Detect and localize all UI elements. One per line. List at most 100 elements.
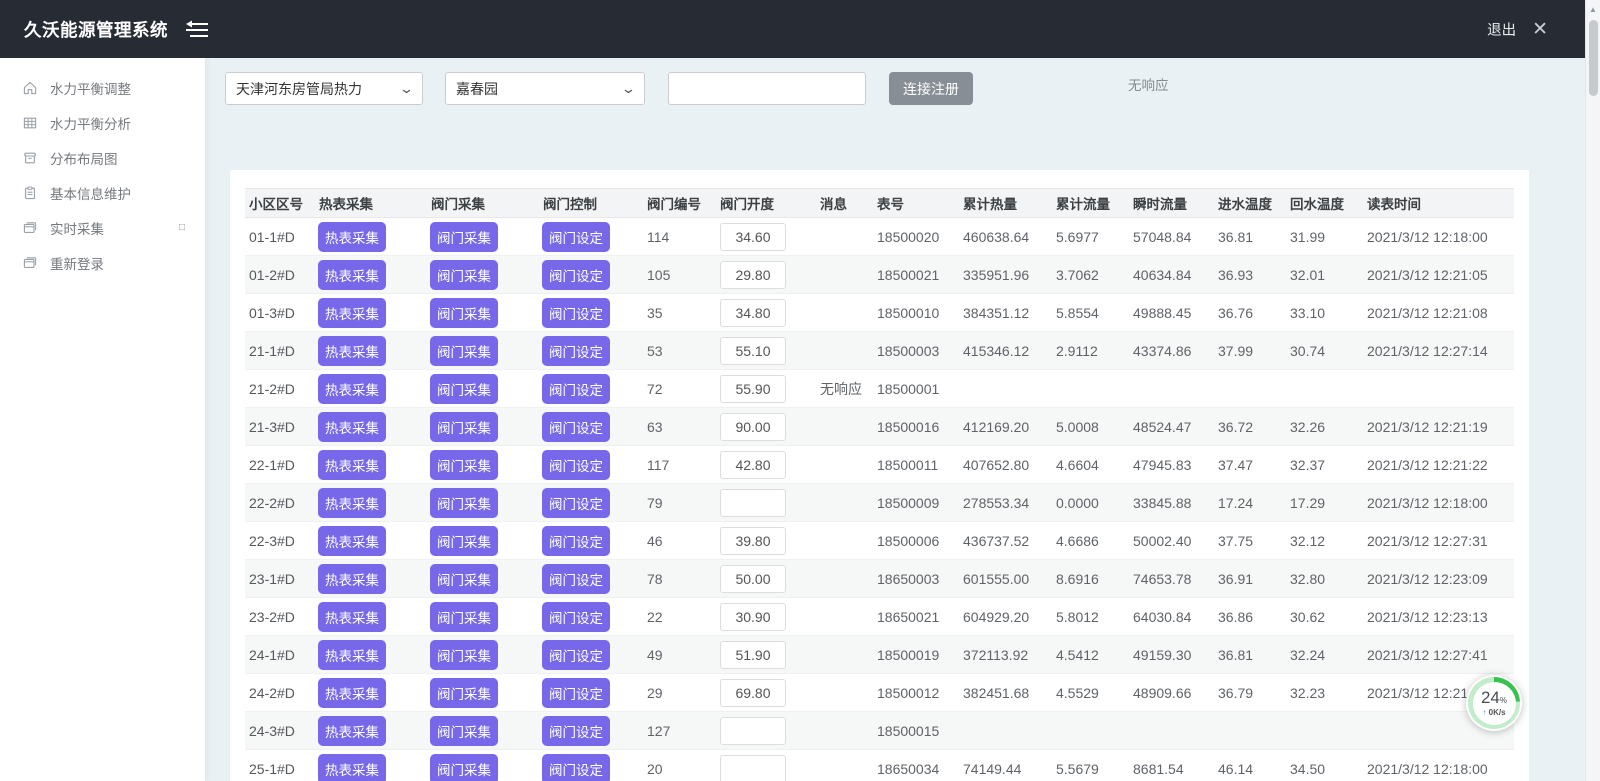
heat-meter-collect-button[interactable]: 热表采集 [318, 716, 386, 746]
valve-collect-button[interactable]: 阀门采集 [430, 222, 498, 252]
sidebar-item-basic-info-maintain[interactable]: 基本信息维护 [0, 175, 205, 210]
valve-set-button[interactable]: 阀门设定 [542, 640, 610, 670]
read-time-cell: 2021/3/12 12:27:31 [1359, 522, 1514, 559]
valve-collect-button[interactable]: 阀门采集 [430, 260, 498, 290]
total-heat-cell: 372113.92 [955, 636, 1048, 673]
message-cell [812, 674, 869, 711]
valve-collect-button[interactable]: 阀门采集 [430, 640, 498, 670]
heat-meter-collect-button[interactable]: 热表采集 [318, 298, 386, 328]
in-temp-cell: 36.86 [1210, 598, 1282, 635]
valve-collect-button[interactable]: 阀门采集 [430, 678, 498, 708]
valve-set-button[interactable]: 阀门设定 [542, 260, 610, 290]
valve-set-button[interactable]: 阀门设定 [542, 716, 610, 746]
valve-collect-button[interactable]: 阀门采集 [430, 564, 498, 594]
valve-collect-button[interactable]: 阀门采集 [430, 716, 498, 746]
valve-opening-input[interactable] [720, 679, 786, 707]
valve-collect-button[interactable]: 阀门采集 [430, 450, 498, 480]
heat-meter-collect-button[interactable]: 热表采集 [318, 450, 386, 480]
inst-flow-cell: 49159.30 [1125, 636, 1210, 673]
valve-set-button[interactable]: 阀门设定 [542, 298, 610, 328]
in-temp-cell: 37.99 [1210, 332, 1282, 369]
valve-opening-input[interactable] [720, 717, 786, 745]
sidebar-item-hydraulic-balance-analysis[interactable]: 水力平衡分析 [0, 105, 205, 140]
heat-meter-collect-button[interactable]: 热表采集 [318, 564, 386, 594]
valve-set-button[interactable]: 阀门设定 [542, 412, 610, 442]
valve-collect-button[interactable]: 阀门采集 [430, 488, 498, 518]
valve-set-button[interactable]: 阀门设定 [542, 336, 610, 366]
inst-flow-cell: 57048.84 [1125, 218, 1210, 255]
valve-opening-input[interactable] [720, 337, 786, 365]
valve-set-button[interactable]: 阀门设定 [542, 564, 610, 594]
valve-opening-input[interactable] [720, 451, 786, 479]
column-header: 累计热量 [955, 189, 1048, 217]
valve-opening-input[interactable] [720, 299, 786, 327]
valve-opening-input[interactable] [720, 603, 786, 631]
valve-set-button[interactable]: 阀门设定 [542, 222, 610, 252]
valve-set-button[interactable]: 阀门设定 [542, 374, 610, 404]
sidebar-item-relogin[interactable]: 重新登录 [0, 245, 205, 280]
sidebar-item-realtime-collection[interactable]: 实时采集 □ [0, 210, 205, 245]
scrollbar-thumb[interactable] [1589, 20, 1598, 96]
valve-set-button[interactable]: 阀门设定 [542, 526, 610, 556]
heat-meter-collect-button[interactable]: 热表采集 [318, 602, 386, 632]
column-header: 阀门编号 [639, 189, 712, 217]
valve-collect-button[interactable]: 阀门采集 [430, 336, 498, 366]
valve-collect-button[interactable]: 阀门采集 [430, 526, 498, 556]
valve-set-button[interactable]: 阀门设定 [542, 754, 610, 781]
connect-register-button[interactable]: 连接注册 [889, 72, 973, 105]
valve-collect-button[interactable]: 阀门采集 [430, 754, 498, 781]
valve-opening-input[interactable] [720, 565, 786, 593]
out-temp-cell: 32.80 [1282, 560, 1359, 597]
valve-opening-input[interactable] [720, 223, 786, 251]
sidebar-item-label: 重新登录 [50, 253, 104, 273]
community-select[interactable]: 嘉春园 ⌄ [445, 72, 645, 105]
community-cell: 01-2#D [245, 256, 311, 293]
valve-set-button[interactable]: 阀门设定 [542, 488, 610, 518]
valve-collect-button[interactable]: 阀门采集 [430, 298, 498, 328]
valve-collect-button[interactable]: 阀门采集 [430, 412, 498, 442]
heat-meter-collect-button[interactable]: 热表采集 [318, 754, 386, 781]
valve-set-button[interactable]: 阀门设定 [542, 450, 610, 480]
valve-opening-input[interactable] [720, 375, 786, 403]
sidebar-item-distribution-layout[interactable]: 分布布局图 [0, 140, 205, 175]
valve-opening-input[interactable] [720, 527, 786, 555]
logout-button[interactable]: 退出 [1487, 19, 1516, 40]
valve-set-button[interactable]: 阀门设定 [542, 602, 610, 632]
collapse-menu-icon[interactable] [182, 18, 212, 40]
valve-collect-button[interactable]: 阀门采集 [430, 602, 498, 632]
sidebar-item-hydraulic-balance-adjust[interactable]: 水力平衡调整 [0, 70, 205, 105]
read-time-cell: 2021/3/12 12:21:19 [1359, 408, 1514, 445]
station-select-value: 天津河东房管局热力 [236, 79, 362, 99]
total-heat-cell: 74149.44 [955, 750, 1048, 781]
heat-meter-collect-button[interactable]: 热表采集 [318, 260, 386, 290]
valve-opening-input[interactable] [720, 261, 786, 289]
register-input[interactable] [668, 72, 866, 105]
message-cell: 无响应 [812, 370, 869, 407]
app-window: 久沃能源管理系统 退出 ✕ 水力平衡调整 水力平衡分析 [0, 0, 1600, 781]
total-flow-cell: 0.0000 [1048, 484, 1125, 521]
heat-meter-collect-button[interactable]: 热表采集 [318, 222, 386, 252]
speed-badge[interactable]: 24% ↑ 0K/s [1466, 675, 1522, 731]
valve-opening-input[interactable] [720, 413, 786, 441]
station-select[interactable]: 天津河东房管局热力 ⌄ [225, 72, 423, 105]
heat-meter-collect-button[interactable]: 热表采集 [318, 678, 386, 708]
message-cell [812, 712, 869, 749]
page-scrollbar[interactable]: ▲ [1585, 0, 1600, 781]
scroll-up-icon[interactable]: ▲ [1586, 0, 1600, 14]
heat-meter-collect-button[interactable]: 热表采集 [318, 640, 386, 670]
valve-no-cell: 29 [639, 674, 712, 711]
heat-meter-collect-button[interactable]: 热表采集 [318, 488, 386, 518]
heat-meter-collect-button[interactable]: 热表采集 [318, 374, 386, 404]
close-icon[interactable]: ✕ [1532, 20, 1548, 39]
valve-opening-input[interactable] [720, 755, 786, 781]
valve-collect-button[interactable]: 阀门采集 [430, 374, 498, 404]
valve-no-cell: 114 [639, 218, 712, 255]
valve-opening-input[interactable] [720, 489, 786, 517]
heat-meter-collect-button[interactable]: 热表采集 [318, 412, 386, 442]
sidebar-item-label: 水力平衡调整 [50, 78, 131, 98]
community-cell: 22-2#D [245, 484, 311, 521]
valve-set-button[interactable]: 阀门设定 [542, 678, 610, 708]
heat-meter-collect-button[interactable]: 热表采集 [318, 336, 386, 366]
heat-meter-collect-button[interactable]: 热表采集 [318, 526, 386, 556]
valve-opening-input[interactable] [720, 641, 786, 669]
